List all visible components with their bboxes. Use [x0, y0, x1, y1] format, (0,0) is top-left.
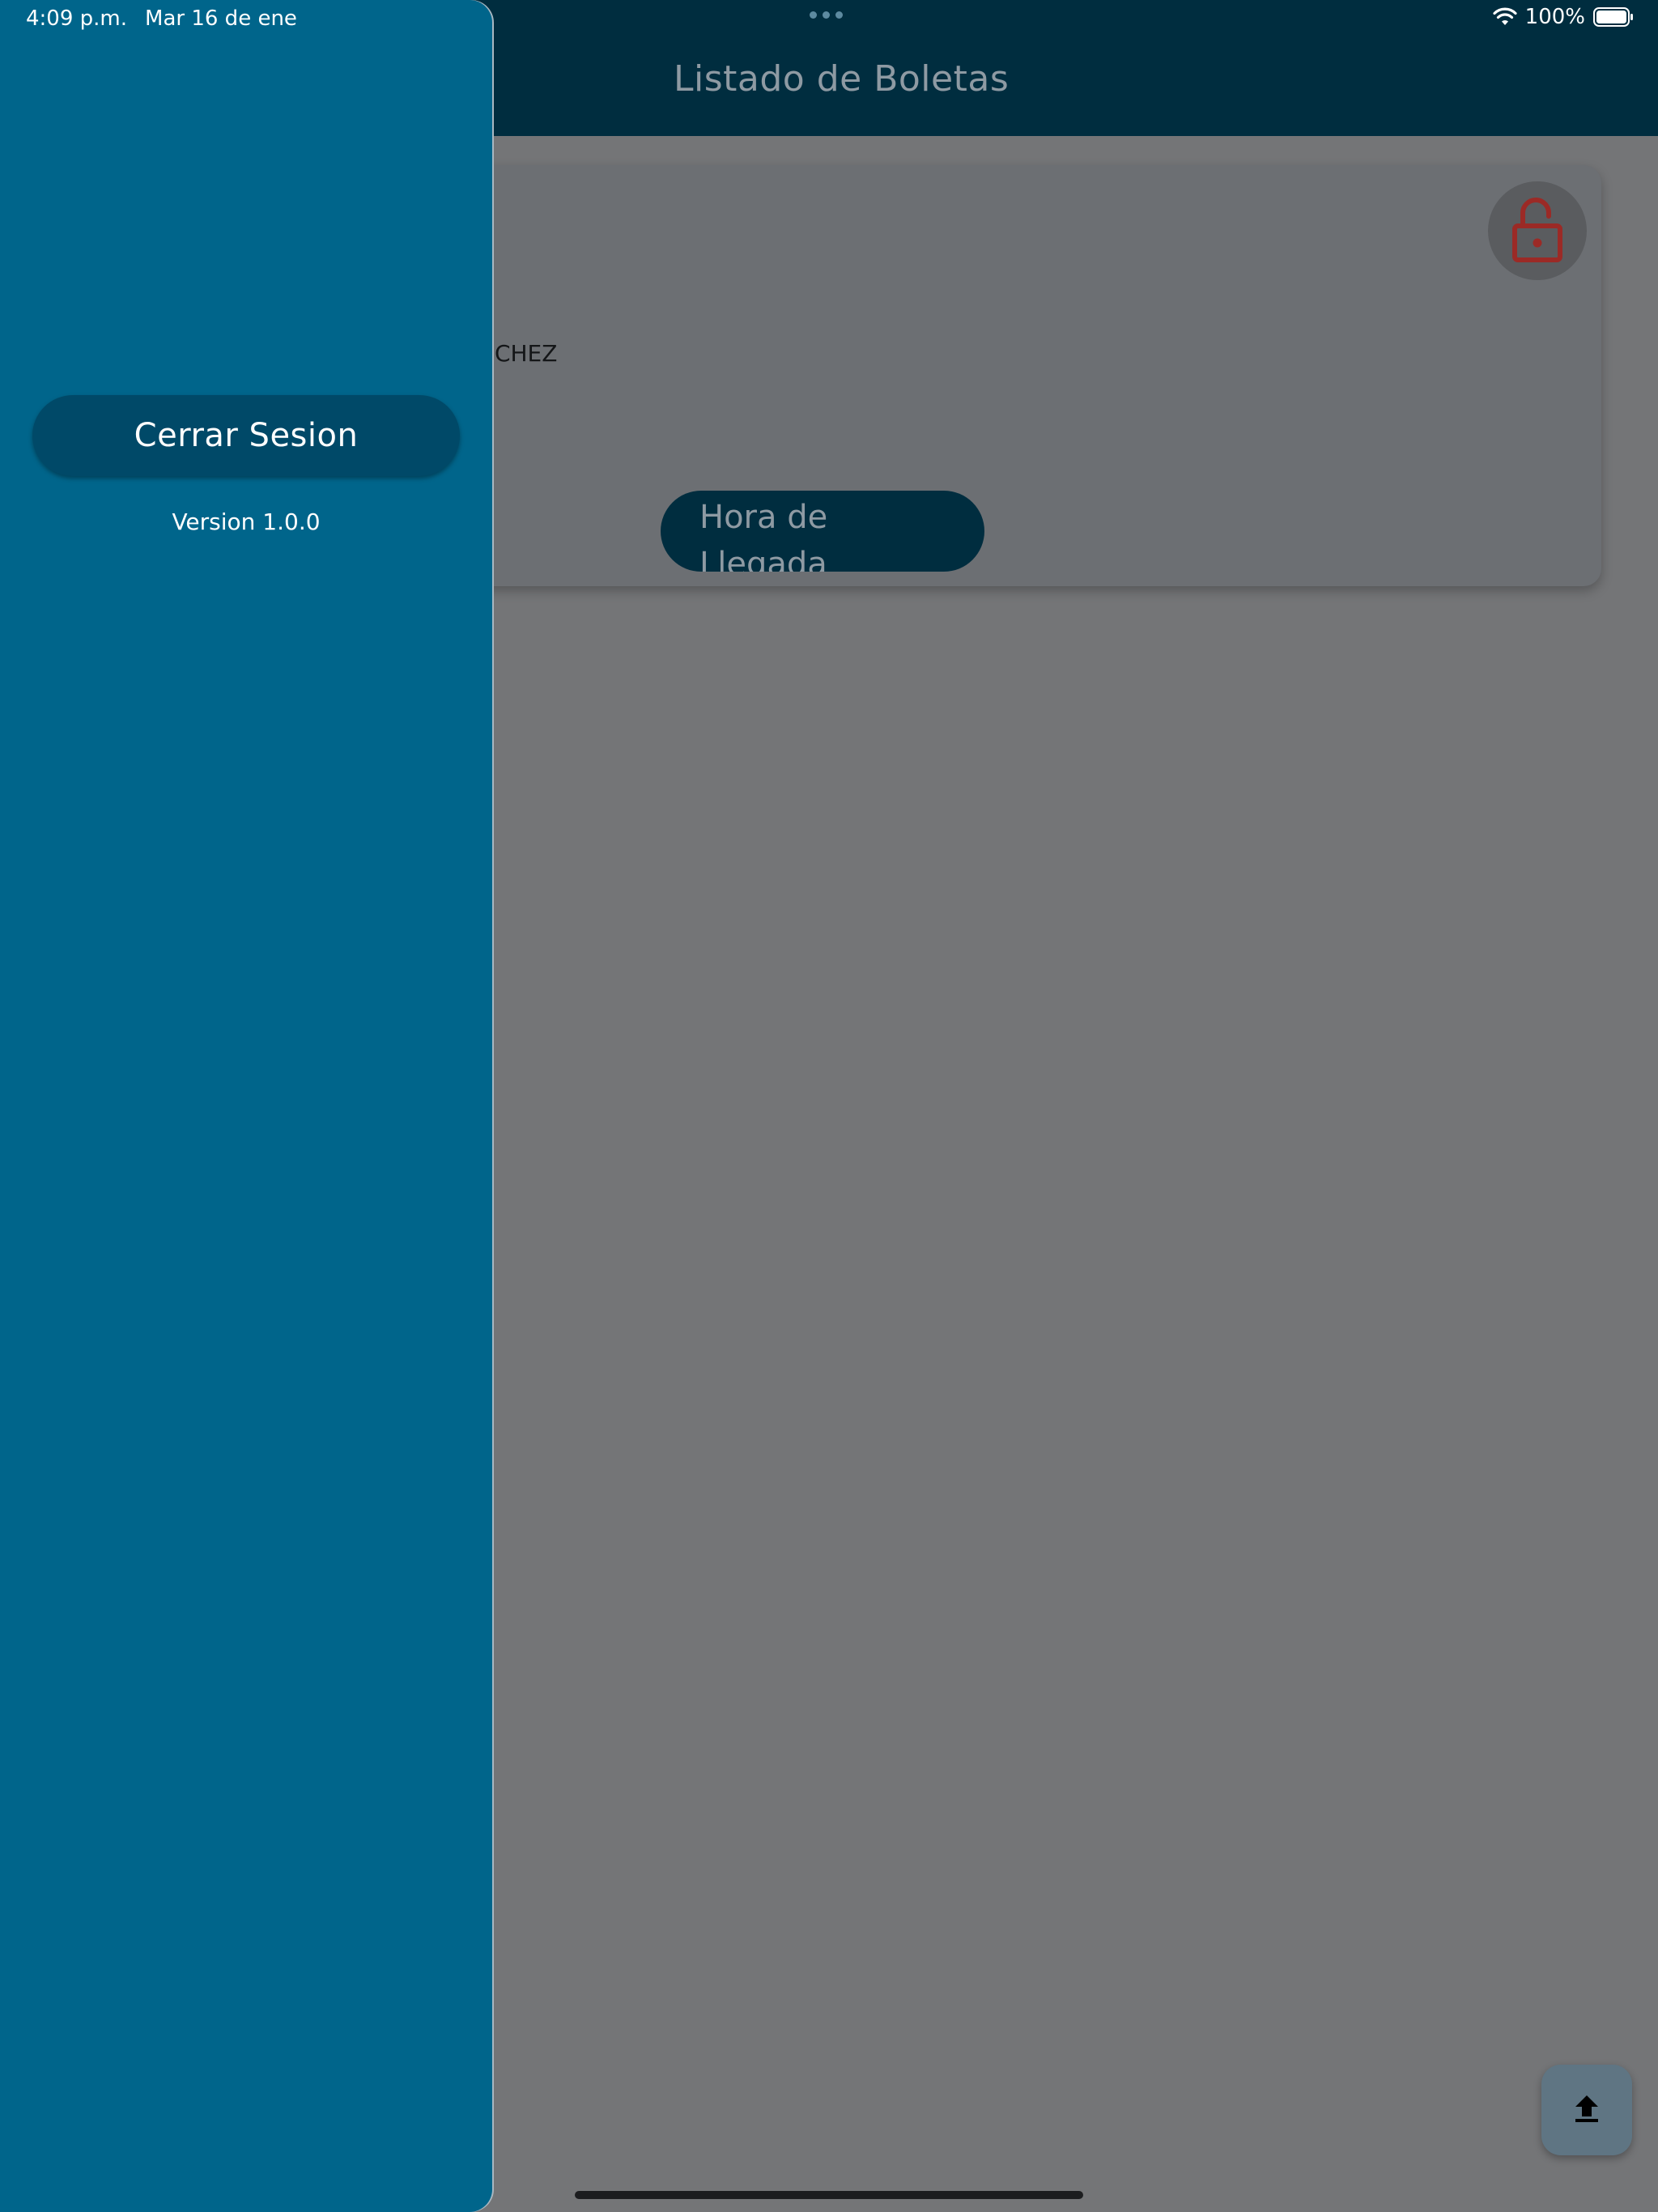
upload-icon: [1572, 2092, 1601, 2128]
status-time: 4:09 p.m.: [26, 6, 128, 31]
logout-button[interactable]: Cerrar Sesion: [32, 395, 460, 476]
unlocked-padlock-icon: [1511, 195, 1563, 266]
navigation-drawer: 4:09 p.m. Mar 16 de ene Cerrar Sesion Ve…: [0, 0, 492, 2212]
home-indicator[interactable]: [575, 2191, 1083, 2199]
status-bar-left: 4:09 p.m. Mar 16 de ene: [26, 6, 297, 31]
arrival-time-button[interactable]: Hora de Llegada: [661, 491, 984, 572]
status-date: Mar 16 de ene: [145, 6, 297, 31]
arrival-time-label: Hora de Llegada: [699, 499, 828, 572]
upload-fab[interactable]: [1541, 2065, 1632, 2155]
wifi-icon: [1493, 7, 1517, 27]
multitasking-dots-icon[interactable]: [810, 11, 843, 19]
screen: Listado de Boletas 100% NCHEZ Hora de Ll…: [0, 0, 1658, 2212]
lock-button[interactable]: [1488, 181, 1587, 280]
boleta-card[interactable]: NCHEZ N: [437, 165, 1601, 586]
battery-icon: [1593, 7, 1634, 27]
battery-percentage: 100%: [1524, 5, 1585, 29]
version-label: Version 1.0.0: [172, 508, 321, 535]
status-bar-right: 100%: [1493, 5, 1634, 29]
page-title: Listado de Boletas: [674, 58, 1010, 100]
